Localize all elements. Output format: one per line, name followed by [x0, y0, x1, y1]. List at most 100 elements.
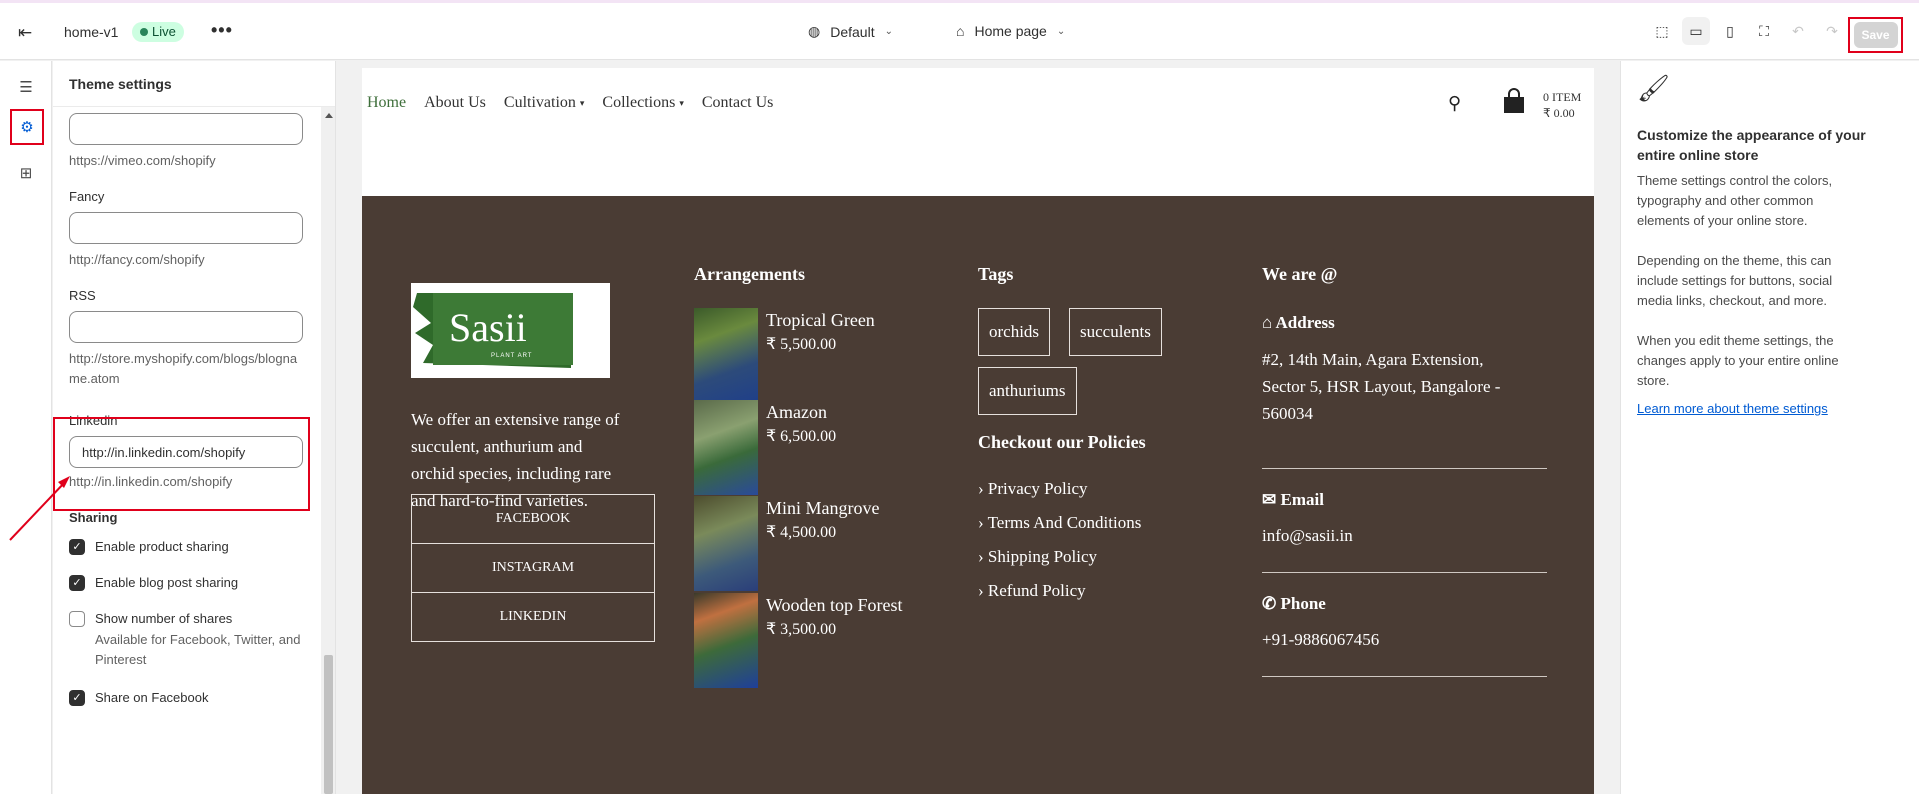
redo-icon[interactable]: ↷	[1818, 17, 1846, 45]
share-count-checkbox[interactable]: Show number of shares Available for Face…	[69, 611, 301, 670]
preset-selector[interactable]: ◍ Default ⌄	[808, 23, 893, 40]
product-sharing-checkbox[interactable]: ✓ Enable product sharing	[69, 539, 301, 555]
checkbox-label: Share on Facebook	[95, 690, 209, 705]
editor-rail: ☰ ⚙ ⊞	[0, 61, 52, 794]
exit-icon[interactable]: ⇤	[18, 23, 38, 43]
save-highlight: Save	[1848, 17, 1903, 53]
fullscreen-icon[interactable]: ⛶	[1750, 17, 1778, 45]
status-badge: Live	[132, 22, 184, 42]
settings-field: Fancy http://fancy.com/shopify	[69, 189, 303, 270]
email-text[interactable]: info@sasii.in	[1262, 522, 1522, 549]
check-icon: ✓	[69, 690, 85, 706]
email-label: Email	[1280, 490, 1324, 509]
checkbox-label: Enable product sharing	[95, 539, 229, 554]
product-item[interactable]: Wooden top Forest ₹ 3,500.00	[694, 593, 903, 688]
product-price: ₹ 6,500.00	[766, 428, 837, 445]
arrangements-heading: Arrangements	[694, 264, 805, 284]
policies-heading: Checkout our Policies	[978, 432, 1146, 452]
policy-link[interactable]: › Privacy Policy	[978, 479, 1088, 499]
product-item[interactable]: Amazon ₹ 6,500.00	[694, 400, 836, 495]
policy-link[interactable]: › Terms And Conditions	[978, 513, 1141, 533]
checkbox-box	[69, 611, 85, 627]
nav-contact[interactable]: Contact Us	[702, 94, 774, 112]
panel-scrollbar[interactable]	[321, 107, 335, 794]
desktop-icon[interactable]: ▭	[1682, 17, 1710, 45]
check-icon: ✓	[69, 575, 85, 591]
store-preview: Home About Us Cultivation ▾ Collections ▾ …	[362, 68, 1594, 794]
nav-cultivation[interactable]: Cultivation ▾	[504, 94, 585, 112]
mobile-icon[interactable]: ▯	[1716, 17, 1744, 45]
store-logo[interactable]: Sasii PLANT ART	[411, 283, 610, 378]
inspector-icon[interactable]: ⬚	[1648, 17, 1676, 45]
linkedin-button[interactable]: LINKEDIN	[411, 592, 655, 642]
product-item[interactable]: Tropical Green ₹ 5,500.00	[694, 308, 875, 403]
share-facebook-checkbox[interactable]: ✓ Share on Facebook	[69, 690, 301, 706]
nav-cultivation-label: Cultivation	[503, 94, 576, 111]
policy-label: Privacy Policy	[987, 479, 1088, 498]
nav-about[interactable]: About Us	[424, 94, 486, 112]
learn-more-link[interactable]: Learn more about theme settings	[1637, 401, 1828, 416]
phone-text[interactable]: +91-9886067456	[1262, 626, 1522, 653]
panel-title: Theme settings	[53, 61, 335, 107]
settings-field: https://vimeo.com/shopify	[69, 113, 303, 171]
preset-label: Default	[830, 23, 875, 40]
save-button[interactable]: Save	[1853, 22, 1898, 48]
blog-sharing-checkbox[interactable]: ✓ Enable blog post sharing	[69, 575, 301, 591]
phone-heading: ✆ Phone	[1262, 594, 1326, 614]
cart-summary[interactable]: 0 ITEM ₹ 0.00	[1543, 89, 1581, 121]
page-selector[interactable]: ⌂ Home page ⌄	[956, 23, 1065, 39]
editor-topbar: ⇤ home-v1 Live ••• ◍ Default ⌄ ⌂ Home pa…	[0, 0, 1919, 60]
instagram-button[interactable]: INSTAGRAM	[411, 543, 655, 593]
divider	[1262, 676, 1547, 677]
info-paragraph: Theme settings control the colors, typog…	[1637, 173, 1833, 228]
product-image	[694, 400, 758, 495]
field-label: Fancy	[69, 189, 105, 204]
tag-orchids[interactable]: orchids	[978, 308, 1051, 356]
nav-collections[interactable]: Collections ▾	[602, 94, 683, 112]
vimeo-field[interactable]	[69, 113, 303, 145]
preview-canvas: Home About Us Cultivation ▾ Collections ▾ …	[337, 61, 1620, 794]
sharing-heading: Sharing	[69, 510, 118, 525]
facebook-button[interactable]: FACEBOOK	[411, 494, 655, 544]
field-help: http://store.myshopify.com/blogs/blognam…	[69, 351, 298, 386]
field-help: https://vimeo.com/shopify	[69, 153, 216, 168]
product-price: ₹ 4,500.00	[766, 524, 837, 541]
gear-icon[interactable]: ⚙	[10, 109, 44, 145]
tags-heading: Tags	[978, 264, 1014, 284]
policy-link[interactable]: › Refund Policy	[978, 581, 1086, 601]
info-paragraph: Depending on the theme, this can include…	[1637, 253, 1833, 308]
undo-icon[interactable]: ↶	[1784, 17, 1812, 45]
envelope-icon: ✉	[1262, 490, 1277, 509]
rss-field[interactable]	[69, 311, 303, 343]
email-heading: ✉ Email	[1262, 490, 1324, 510]
checkbox-label: Enable blog post sharing	[95, 575, 239, 590]
search-icon[interactable]: ⚲	[1448, 93, 1461, 114]
scroll-up-icon[interactable]	[325, 113, 333, 118]
product-item[interactable]: Mini Mangrove ₹ 4,500.00	[694, 496, 879, 591]
info-panel: 🖌 Customize the appearance of your entir…	[1620, 61, 1919, 794]
phone-label: Phone	[1280, 594, 1326, 613]
nav-home[interactable]: Home	[367, 94, 406, 112]
sections-icon[interactable]: ☰	[14, 75, 38, 99]
policy-label: Shipping Policy	[987, 547, 1098, 566]
product-name: Mini Mangrove	[766, 498, 880, 518]
toolbar: ⬚ ▭ ▯ ⛶ ↶ ↷	[1648, 17, 1846, 45]
policy-link[interactable]: › Shipping Policy	[978, 547, 1097, 567]
phone-icon: ✆	[1262, 594, 1277, 613]
policy-label: Terms And Conditions	[987, 513, 1142, 532]
store-footer: Sasii PLANT ART We offer an extensive ra…	[362, 196, 1594, 794]
page-label: Home page	[974, 23, 1047, 39]
scroll-thumb[interactable]	[324, 655, 333, 794]
tag-succulents[interactable]: succulents	[1069, 308, 1162, 356]
tag-anthuriums[interactable]: anthuriums	[978, 367, 1077, 415]
logo-subtext: PLANT ART	[491, 353, 532, 359]
shopping-bag-icon[interactable]	[1503, 88, 1525, 114]
more-actions-button[interactable]: •••	[211, 20, 233, 41]
apps-icon[interactable]: ⊞	[14, 161, 38, 185]
product-price: ₹ 5,500.00	[766, 336, 837, 353]
product-name: Tropical Green	[766, 310, 875, 330]
chevron-down-icon: ▾	[679, 97, 684, 108]
fancy-field[interactable]	[69, 212, 303, 244]
theme-name: home-v1	[64, 24, 119, 40]
address-heading: ⌂ Address	[1262, 313, 1335, 333]
